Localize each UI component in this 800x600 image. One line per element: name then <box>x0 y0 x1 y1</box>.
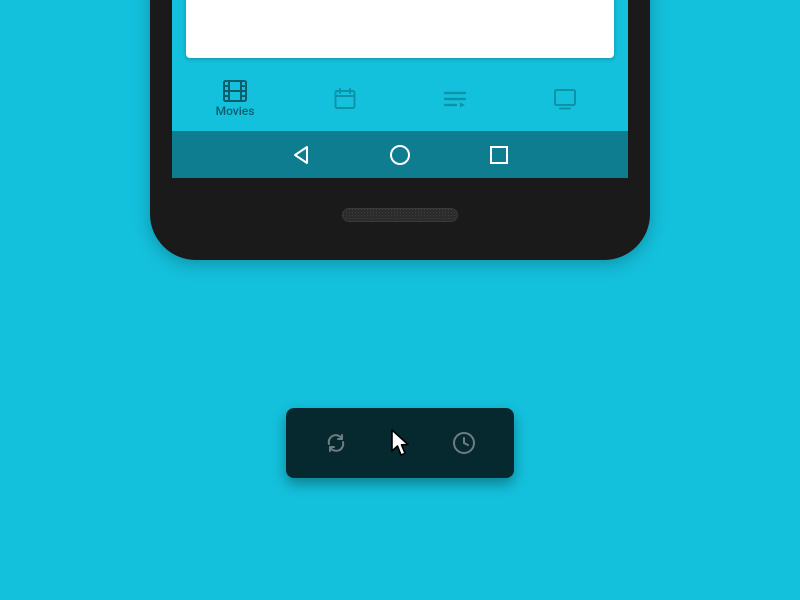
android-nav-bar <box>172 131 628 178</box>
content-card <box>186 0 614 58</box>
nav-label-movies: Movies <box>216 104 255 118</box>
app-bottom-nav: Movies Calendar <box>172 67 628 131</box>
phone-device: Movies Calendar <box>150 0 650 260</box>
playlist-icon <box>443 89 467 109</box>
clock-icon <box>451 430 477 456</box>
tool-cursor-button[interactable] <box>376 419 424 467</box>
floating-toolbar <box>286 408 514 478</box>
nav-item-playlist[interactable]: Playlist <box>400 67 510 131</box>
phone-screen: Movies Calendar <box>172 0 628 178</box>
calendar-icon <box>334 88 356 110</box>
monitor-icon <box>553 88 577 110</box>
android-home-button[interactable] <box>382 144 418 166</box>
home-circle-icon <box>389 144 411 166</box>
nav-item-calendar[interactable]: Calendar <box>290 67 400 131</box>
android-recent-button[interactable] <box>481 145 517 165</box>
recent-square-icon <box>489 145 509 165</box>
tool-clock-button[interactable] <box>440 419 488 467</box>
back-triangle-icon <box>292 145 310 165</box>
phone-speaker <box>342 208 458 222</box>
cursor-icon <box>386 427 414 459</box>
nav-item-screens[interactable]: Screens <box>510 67 620 131</box>
film-icon <box>223 80 247 102</box>
sync-icon <box>323 430 349 456</box>
tool-sync-button[interactable] <box>312 419 360 467</box>
android-back-button[interactable] <box>283 145 319 165</box>
nav-item-movies[interactable]: Movies <box>180 67 290 131</box>
